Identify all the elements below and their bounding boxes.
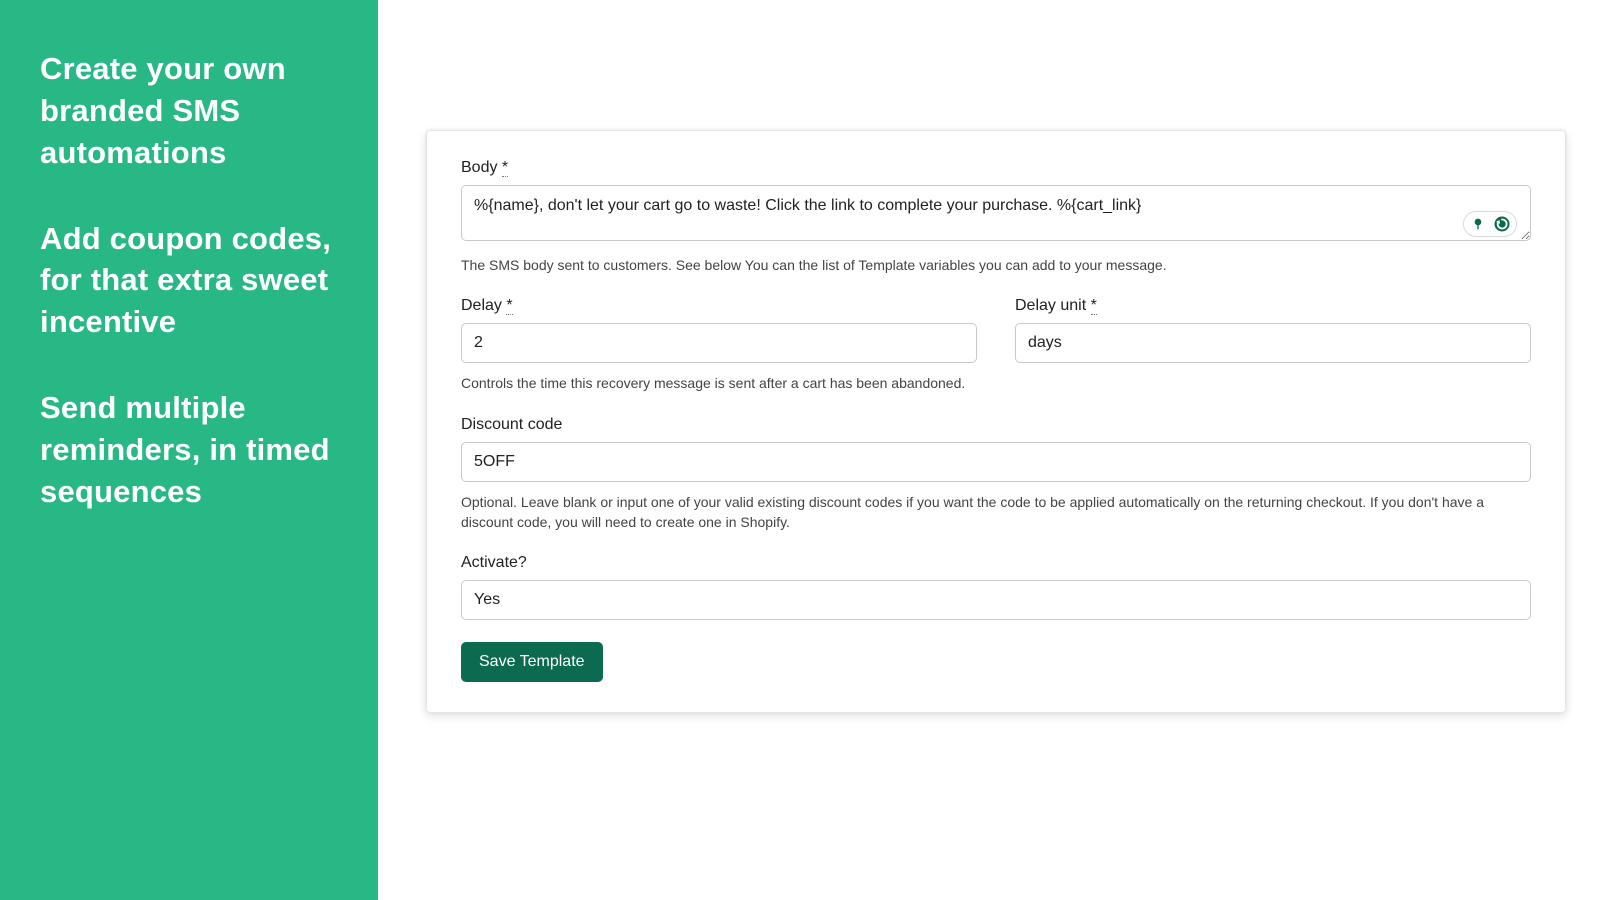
delay-unit-field: Delay unit * bbox=[1015, 297, 1531, 363]
body-field: Body * The SMS body sent to customers. S… bbox=[461, 159, 1531, 275]
discount-label: Discount code bbox=[461, 416, 1531, 434]
promo-sidebar: Create your own branded SMS automations … bbox=[0, 0, 378, 900]
body-textarea[interactable] bbox=[461, 185, 1531, 241]
promo-text-1: Create your own branded SMS automations bbox=[40, 48, 344, 174]
body-label-text: Body bbox=[461, 159, 497, 176]
grammar-pin-icon[interactable] bbox=[1468, 214, 1488, 234]
template-form-panel: Body * The SMS body sent to customers. S… bbox=[426, 130, 1566, 713]
delay-help-text: Controls the time this recovery message … bbox=[461, 373, 1531, 393]
delay-unit-label-text: Delay unit bbox=[1015, 297, 1086, 314]
delay-unit-label: Delay unit * bbox=[1015, 297, 1531, 315]
save-template-button[interactable]: Save Template bbox=[461, 642, 603, 682]
required-marker: * bbox=[502, 159, 508, 177]
grammar-check-icon[interactable] bbox=[1492, 214, 1512, 234]
activate-select[interactable] bbox=[461, 580, 1531, 620]
delay-label-text: Delay bbox=[461, 297, 502, 314]
main-area: Body * The SMS body sent to customers. S… bbox=[378, 0, 1600, 900]
required-marker: * bbox=[1091, 297, 1097, 315]
discount-field: Discount code Optional. Leave blank or i… bbox=[461, 416, 1531, 533]
delay-input[interactable] bbox=[461, 323, 977, 363]
delay-unit-select[interactable] bbox=[1015, 323, 1531, 363]
body-help-text: The SMS body sent to customers. See belo… bbox=[461, 255, 1531, 275]
delay-field: Delay * bbox=[461, 297, 977, 363]
promo-text-2: Add coupon codes, for that extra sweet i… bbox=[40, 218, 344, 344]
body-label: Body * bbox=[461, 159, 1531, 177]
discount-input[interactable] bbox=[461, 442, 1531, 482]
activate-field: Activate? bbox=[461, 554, 1531, 620]
discount-help-text: Optional. Leave blank or input one of yo… bbox=[461, 492, 1531, 533]
delay-label: Delay * bbox=[461, 297, 977, 315]
promo-text-3: Send multiple reminders, in timed sequen… bbox=[40, 387, 344, 513]
textarea-extension-badges bbox=[1463, 211, 1517, 237]
required-marker: * bbox=[506, 297, 512, 315]
activate-label: Activate? bbox=[461, 554, 1531, 572]
